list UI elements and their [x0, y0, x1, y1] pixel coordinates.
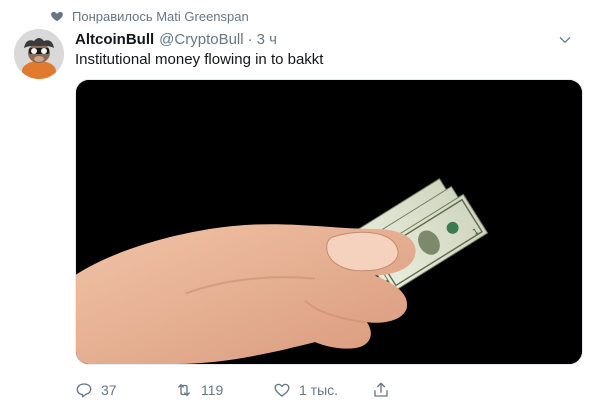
chevron-down-icon[interactable]	[558, 33, 572, 47]
retweet-count: 119	[201, 382, 224, 398]
tweet-actions: 37 119 1 тыс.	[75, 378, 592, 402]
tweet-media-image[interactable]: 1 1	[75, 79, 583, 365]
retweet-icon	[178, 384, 190, 396]
tweet-header: AltcoinBull @CryptoBull · 3 ч	[75, 29, 582, 49]
share-button[interactable]	[372, 381, 390, 399]
like-count: 1 тыс.	[299, 382, 339, 398]
heart-outline-icon	[274, 383, 290, 397]
user-handle[interactable]: @CryptoBull	[159, 31, 243, 48]
reply-icon	[76, 383, 92, 398]
reply-button[interactable]: 37	[75, 381, 117, 399]
tweet[interactable]: Понравилось Mati Greenspan AltcoinBull @…	[0, 0, 592, 407]
tweet-text: Institutional money flowing in to bakkt	[75, 51, 324, 68]
avatar[interactable]	[14, 29, 64, 79]
timestamp[interactable]: 3 ч	[257, 31, 277, 48]
social-context-text[interactable]: Понравилось Mati Greenspan	[72, 9, 249, 24]
retweet-button[interactable]: 119	[175, 381, 223, 399]
social-context: Понравилось Mati Greenspan	[50, 6, 249, 26]
share-icon	[374, 382, 388, 397]
reply-count: 37	[101, 382, 117, 398]
like-button[interactable]: 1 тыс.	[273, 381, 338, 399]
heart-icon	[51, 11, 63, 22]
separator-dot: ·	[247, 30, 253, 48]
display-name[interactable]: AltcoinBull	[75, 31, 154, 48]
